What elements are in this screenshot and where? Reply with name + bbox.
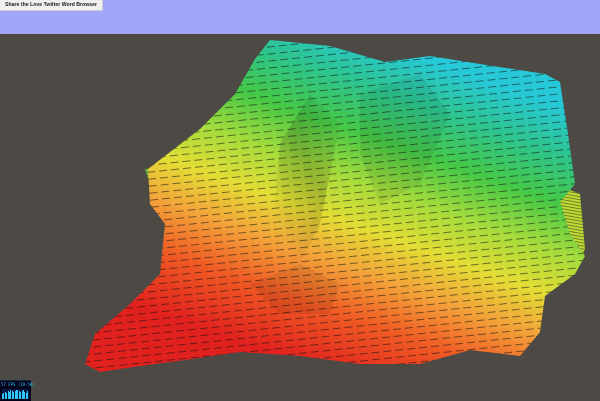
stats-panel[interactable]: 57 FPS (19-58) — [0, 380, 35, 401]
top-bar: Share the Love Twitter Word Browser — [0, 0, 600, 34]
terrain-surface — [85, 40, 585, 372]
terrain-canvas[interactable] — [0, 34, 600, 400]
terrain-viewport[interactable] — [0, 34, 600, 400]
fps-readout: 57 FPS (19-58) — [1, 382, 35, 387]
fps-graph — [2, 389, 29, 399]
app-title-button[interactable]: Share the Love Twitter Word Browser — [0, 0, 104, 11]
fps-history-bar — [27, 391, 29, 399]
